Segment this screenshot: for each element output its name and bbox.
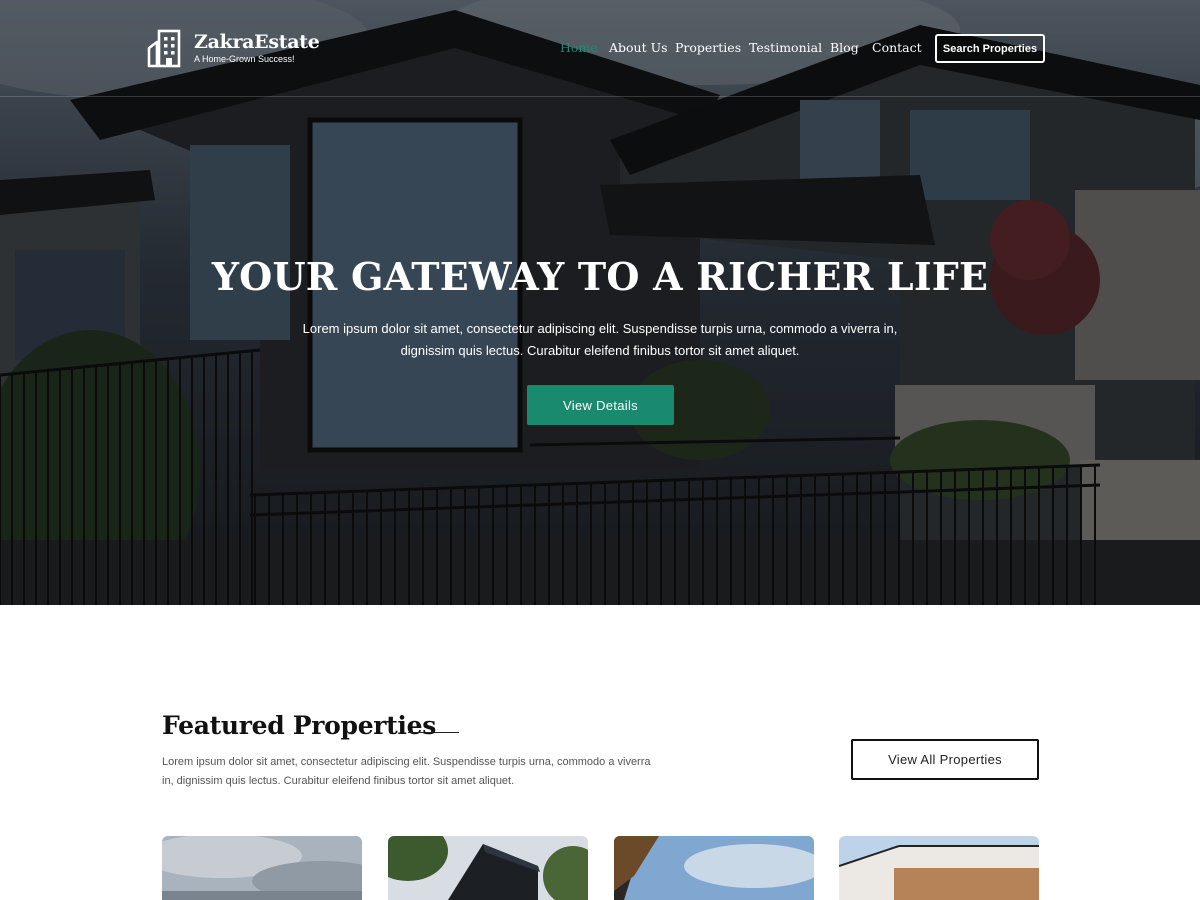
search-properties-button[interactable]: Search Properties [935, 34, 1045, 63]
view-all-properties-button[interactable]: View All Properties [851, 739, 1039, 780]
nav-item-properties[interactable]: Properties [675, 40, 741, 55]
hero-title: YOUR GATEWAY TO A RICHER LIFE [211, 254, 989, 299]
property-card-image[interactable] [614, 836, 814, 900]
property-card-image[interactable] [388, 836, 588, 900]
featured-properties-description: Lorem ipsum dolor sit amet, consectetur … [162, 756, 651, 787]
property-card-image[interactable] [162, 836, 362, 900]
nav-item-contact[interactable]: Contact [872, 40, 922, 55]
property-photo [839, 836, 1039, 900]
property-photo [614, 836, 814, 900]
featured-properties-title: Featured Properties [162, 711, 436, 740]
site-header: ZakraEstate A Home-Grown Success! Home A… [0, 0, 1200, 97]
property-card-image[interactable] [839, 836, 1039, 900]
nav-item-about-us[interactable]: About Us [609, 40, 668, 55]
title-divider [408, 732, 459, 733]
hero-description: Lorem ipsum dolor sit amet, consectetur … [302, 321, 898, 358]
nav-item-home[interactable]: Home [560, 40, 598, 55]
nav-item-blog[interactable]: Blog [830, 40, 859, 55]
nav-item-testimonial[interactable]: Testimonial [749, 40, 822, 55]
property-photo [162, 836, 362, 900]
property-photo [388, 836, 588, 900]
view-details-button[interactable]: View Details [527, 385, 674, 425]
